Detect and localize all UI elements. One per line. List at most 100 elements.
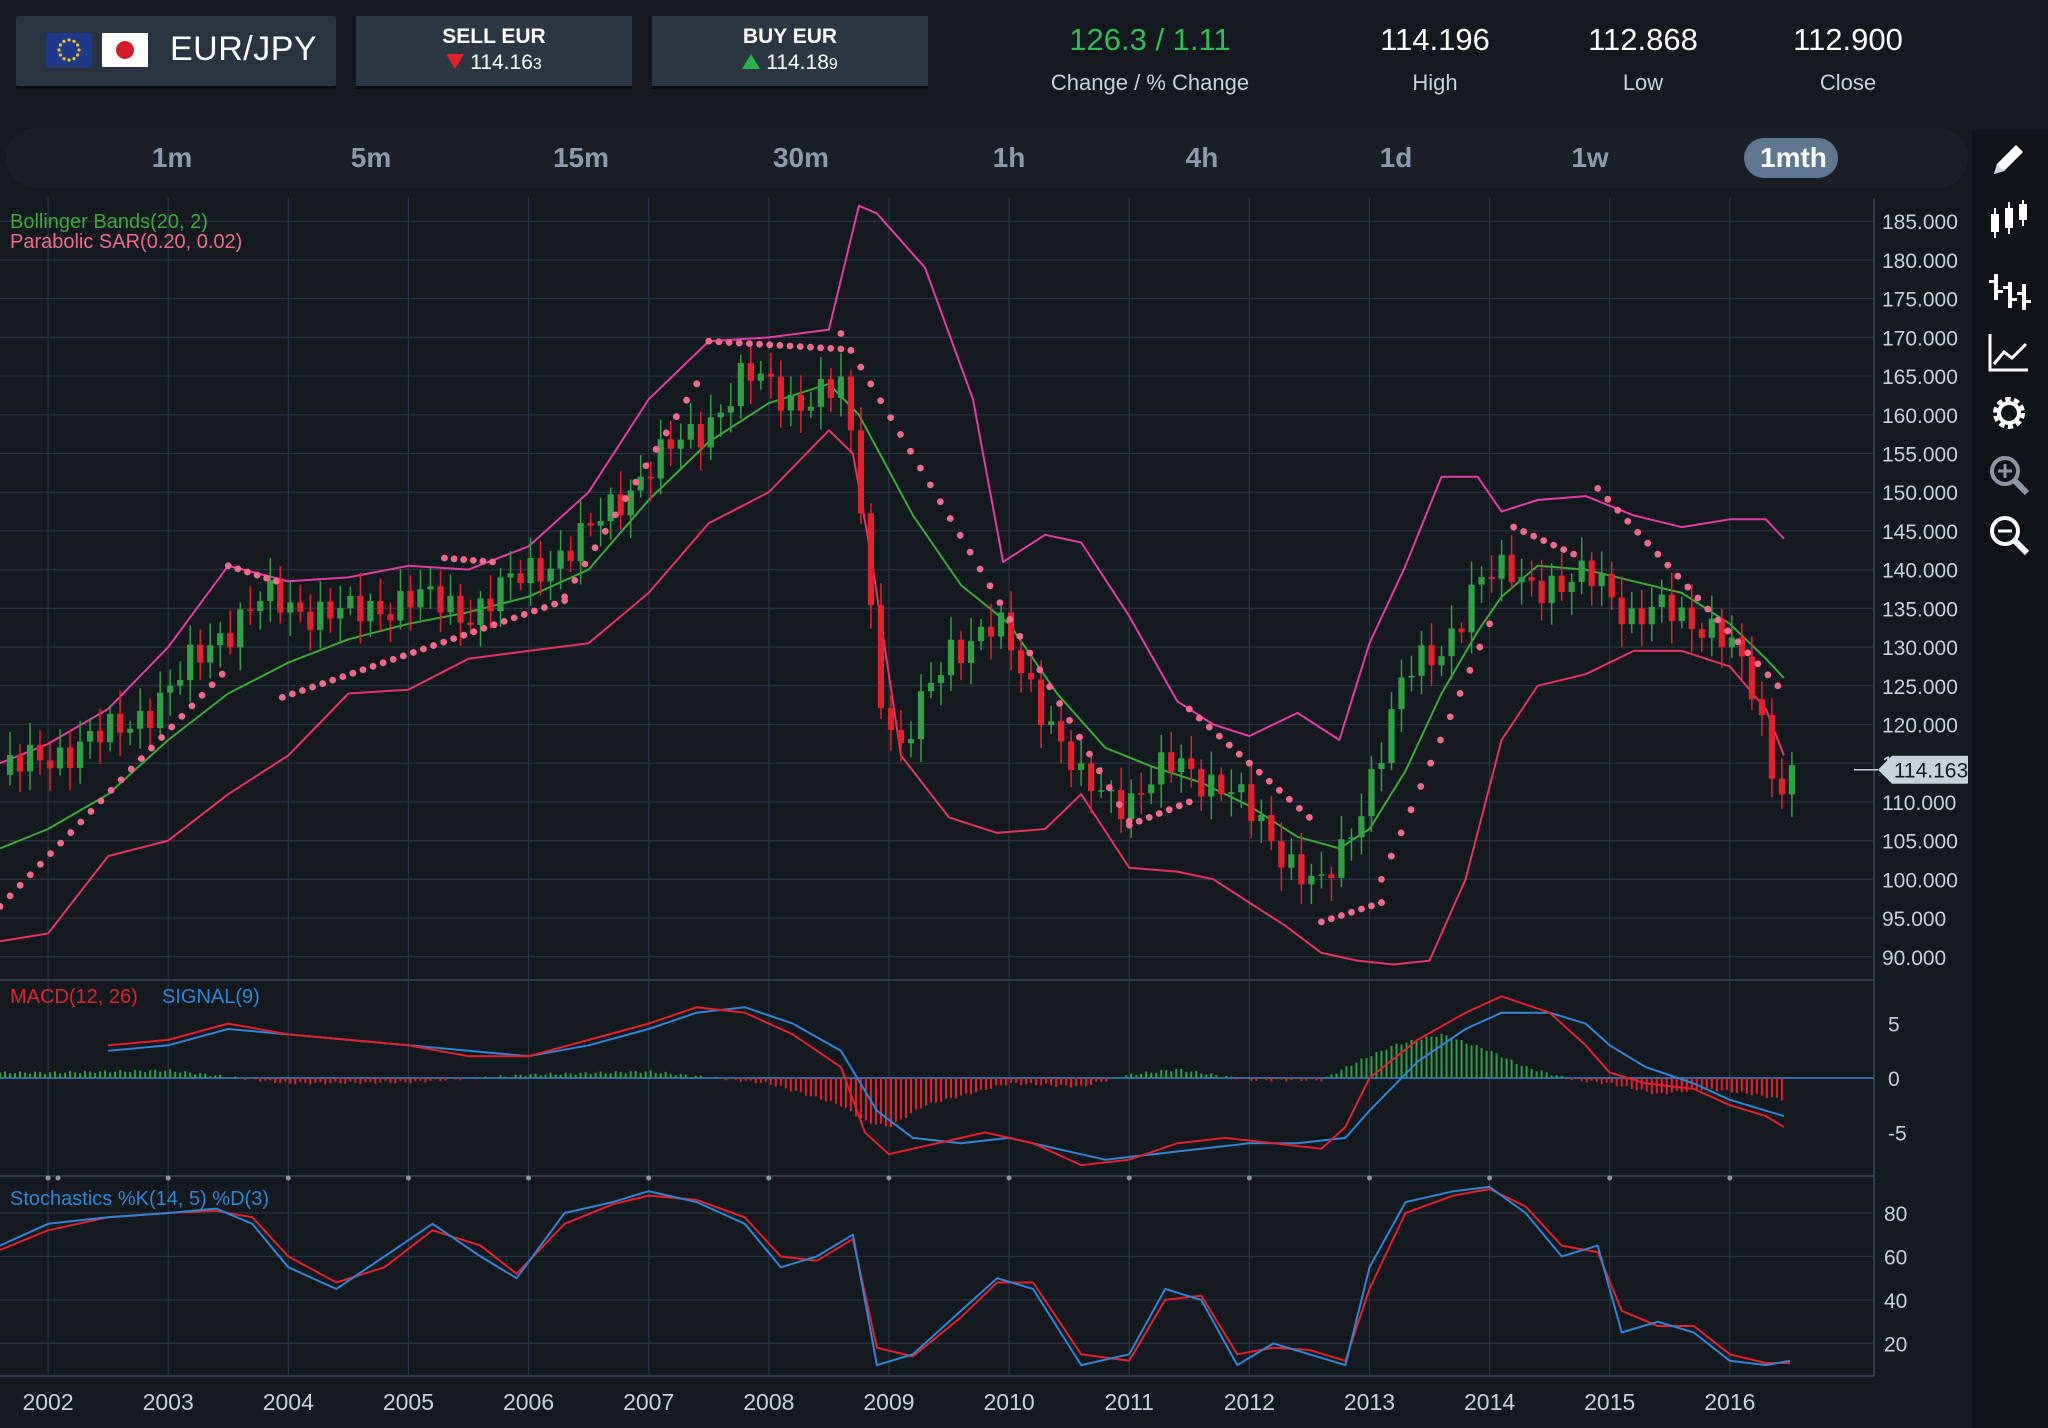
y-tick-label: 140.000 [1882, 560, 1958, 583]
sar-dot [1026, 649, 1034, 657]
sell-price: 114.163 [356, 51, 632, 75]
sar-dot [1378, 875, 1385, 883]
grid-tick-dot [165, 1175, 171, 1181]
sar-dot [1006, 616, 1014, 623]
sar-dot [510, 614, 518, 622]
candle-body [527, 558, 534, 584]
candle-body [1608, 574, 1615, 598]
sar-dot [299, 687, 306, 694]
candle-body [507, 573, 514, 578]
sar-dot [420, 645, 427, 653]
sar-dot [339, 673, 347, 681]
change-stat: 126.3 / 1.11 Change / % Change [1030, 22, 1270, 96]
sar-dot [1456, 690, 1464, 697]
sar-dot [469, 556, 477, 564]
y-tick-label: 120.000 [1882, 714, 1958, 737]
sar-dot [1338, 912, 1345, 919]
jp-flag-icon [102, 33, 148, 67]
candle-body [547, 568, 554, 582]
candle-body [727, 406, 734, 413]
sar-dot [1328, 915, 1335, 923]
candle-body [927, 682, 935, 692]
timeframe-1w[interactable]: 1w [1550, 138, 1630, 178]
candle-body [1168, 752, 1175, 772]
sar-dot [1135, 817, 1143, 825]
candle-body [657, 439, 664, 479]
candlestick-icon[interactable] [1986, 198, 2032, 244]
sar-dot [1225, 741, 1233, 749]
timeframe-1mth[interactable]: 1mth [1744, 138, 1838, 178]
candle-body [467, 622, 474, 625]
timeframe-1h[interactable]: 1h [969, 138, 1049, 178]
candle-body [1428, 645, 1435, 666]
currency-pair-selector[interactable]: EUR/JPY [16, 16, 336, 86]
zoom-out-icon[interactable] [1986, 512, 2032, 558]
ohlc-bars-icon[interactable] [1986, 270, 2032, 316]
y-tick-label: 170.000 [1882, 327, 1958, 350]
candle-body [687, 423, 694, 440]
candle-body [747, 363, 754, 381]
sar-dot [776, 342, 784, 349]
sar-dot [917, 464, 924, 472]
sar-dot [1734, 638, 1742, 646]
sar-dot [996, 599, 1004, 607]
sar-dot [1175, 802, 1183, 810]
close-value: 112.900 [1793, 22, 1903, 57]
grid-tick-dot [886, 1175, 892, 1181]
candle-body [1268, 814, 1275, 842]
sar-dot [1295, 804, 1303, 812]
candle-body [667, 439, 674, 449]
candle-body [1038, 679, 1045, 725]
y-tick-label: 100.000 [1882, 869, 1958, 892]
candle-body [427, 586, 434, 590]
sar-dot [1165, 806, 1173, 814]
candle-body [1027, 673, 1035, 680]
buy-button[interactable]: BUY EUR 114.189 [652, 16, 928, 86]
timeframe-30m[interactable]: 30m [751, 138, 851, 178]
candle-body [197, 644, 204, 663]
candle-body [287, 602, 294, 613]
sar-dot [450, 635, 458, 643]
candle-body [1778, 778, 1786, 795]
sar-dot [1654, 550, 1662, 558]
pencil-icon[interactable] [1986, 136, 2032, 182]
sar-dot [1195, 714, 1203, 722]
sar-dot [253, 571, 261, 579]
sar-dot [867, 380, 875, 388]
sar-dot [683, 396, 690, 404]
sar-dot [1694, 594, 1702, 602]
sar-dot [178, 713, 186, 720]
candle-body [627, 490, 634, 516]
candle-body [167, 685, 174, 693]
candle-body [1418, 645, 1425, 676]
sar-dot [26, 871, 34, 879]
timeframe-4h[interactable]: 4h [1162, 138, 1242, 178]
candle-body [1618, 597, 1625, 625]
sar-dot [1185, 705, 1193, 713]
timeframe-5m[interactable]: 5m [331, 138, 411, 178]
sar-dot [77, 818, 85, 826]
candle-body [1328, 874, 1335, 879]
sar-dot [1754, 660, 1762, 668]
sar-dot [319, 680, 327, 687]
sell-pip: 3 [532, 56, 542, 73]
zoom-in-icon[interactable] [1986, 452, 2032, 498]
line-chart-icon[interactable] [1986, 330, 2032, 376]
sar-dot [188, 702, 196, 710]
timeframe-15m[interactable]: 15m [536, 138, 626, 178]
y-tick-label: 150.000 [1882, 482, 1958, 505]
timeframe-1m[interactable]: 1m [132, 138, 212, 178]
sell-button[interactable]: SELL EUR 114.163 [356, 16, 632, 86]
price-chart[interactable]: 2002 2003 2004 2005 2006 2007 2008 2009 2010 2011… [0, 198, 1968, 1428]
x-tick-label: 2006 [503, 1389, 554, 1415]
gear-icon[interactable] [1986, 390, 2032, 436]
candle-body [56, 747, 64, 769]
candle-body [487, 598, 494, 612]
candle-body [847, 376, 855, 431]
sar-dot [976, 565, 984, 573]
sar-dot [234, 565, 242, 573]
timeframe-1d[interactable]: 1d [1356, 138, 1436, 178]
sar-dot [530, 607, 538, 615]
candle-body [787, 394, 794, 411]
sar-dot [1378, 899, 1385, 906]
